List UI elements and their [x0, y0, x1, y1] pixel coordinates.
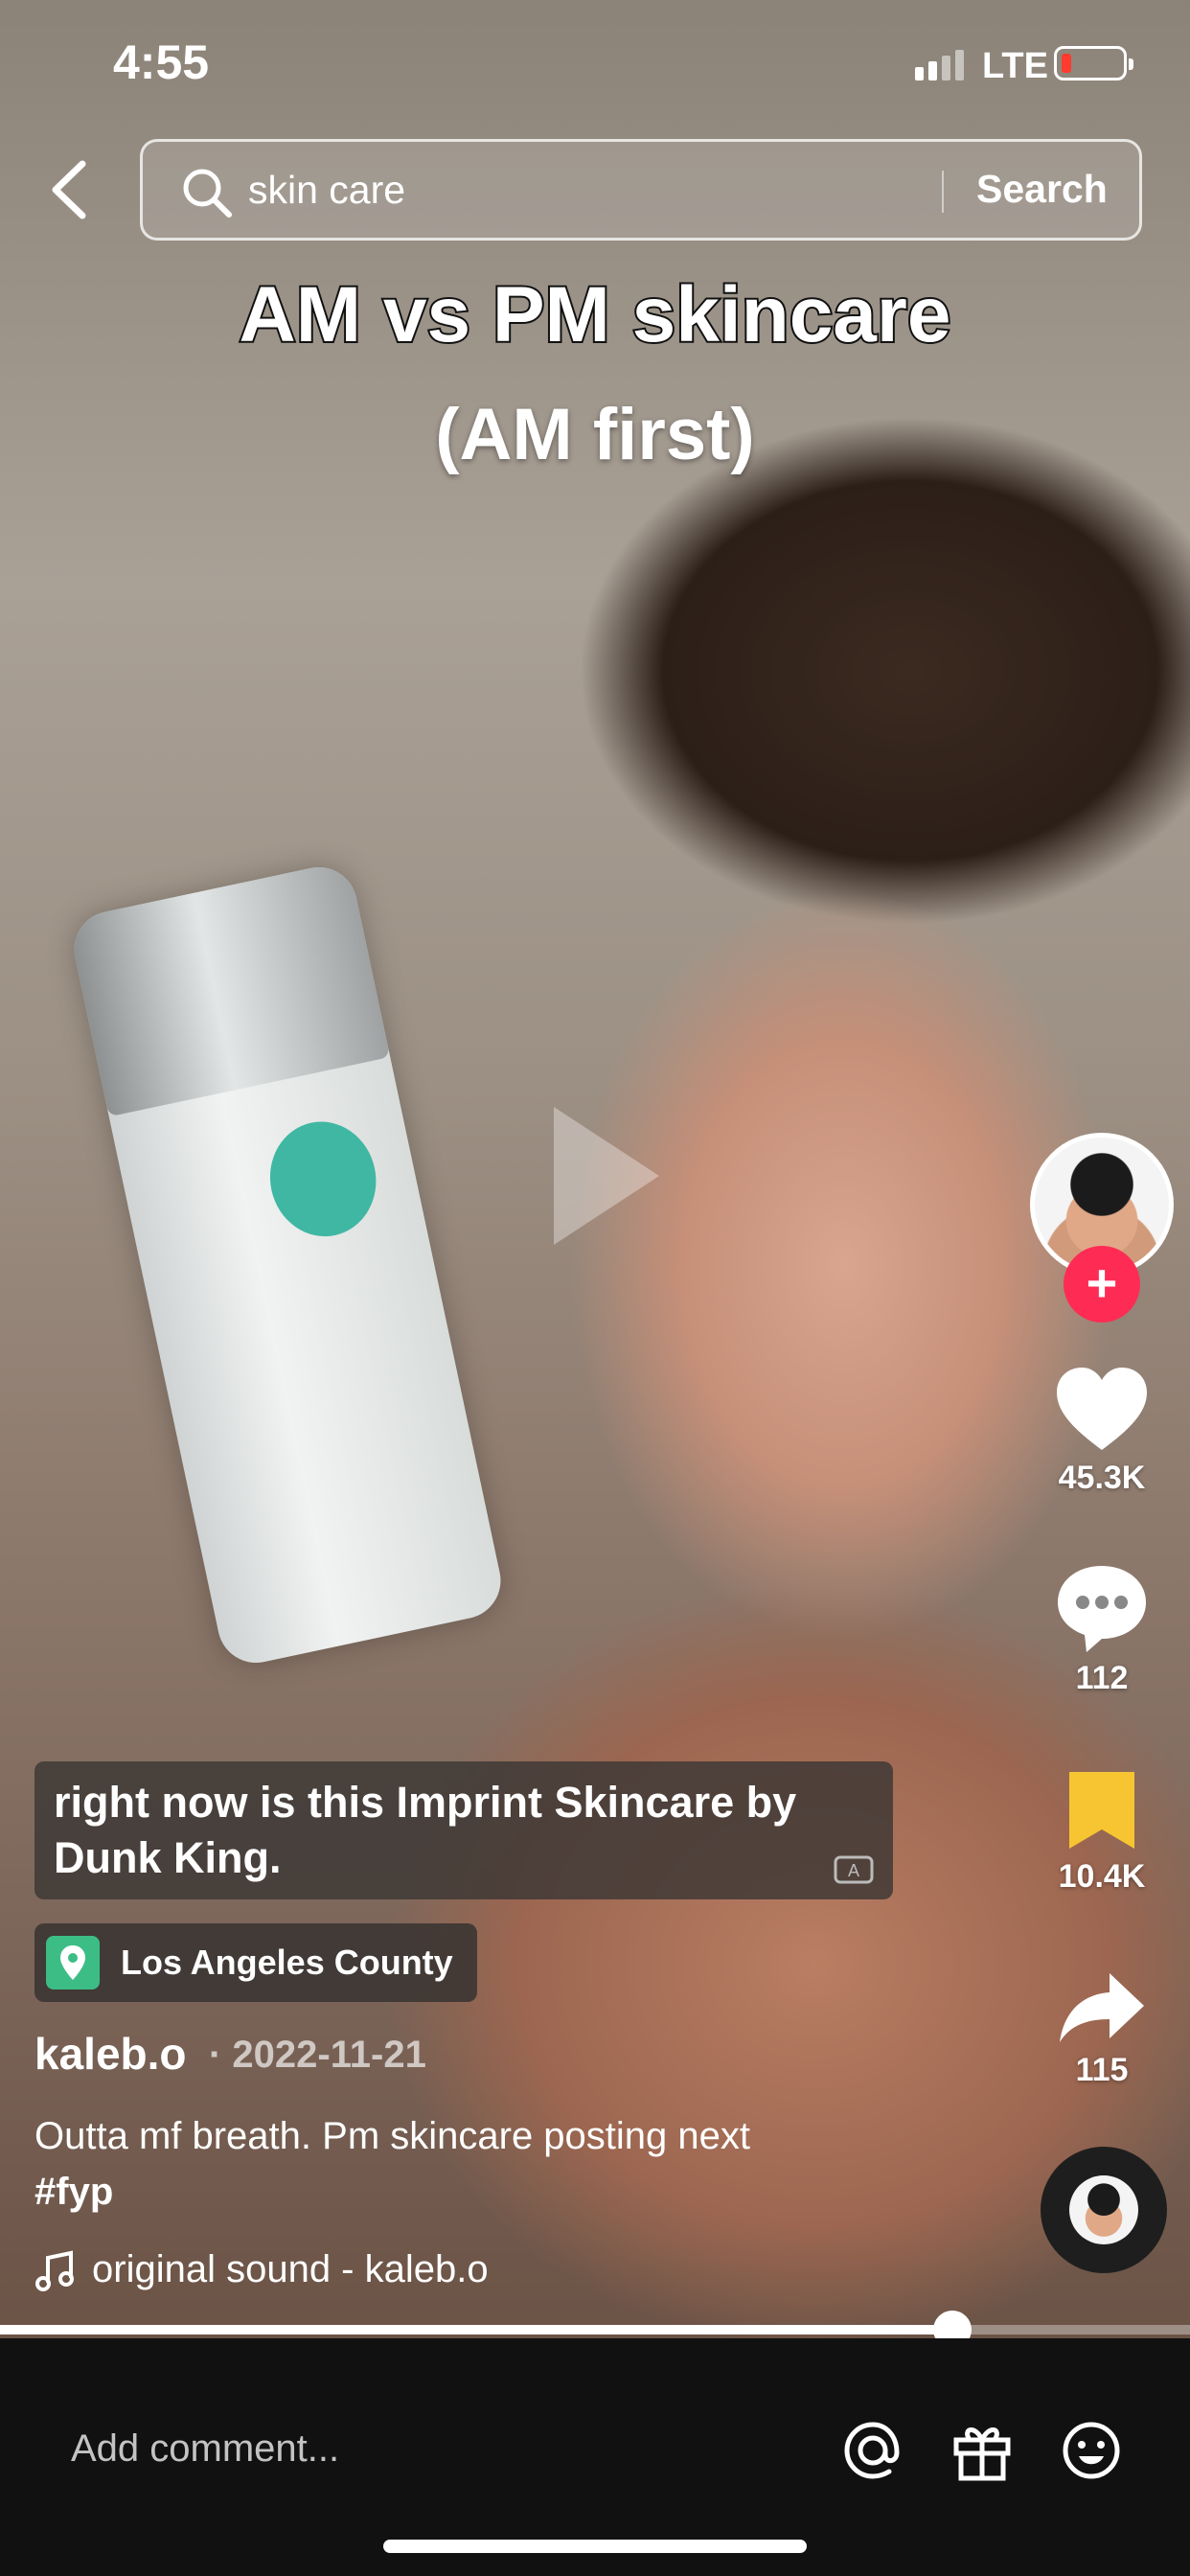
video-caption: right now is this Imprint Skincare by Du…: [34, 1761, 893, 1899]
save-button[interactable]: 10.4K: [1035, 1768, 1169, 1896]
creator-avatar[interactable]: +: [1030, 1133, 1174, 1322]
search-button[interactable]: Search: [976, 167, 1108, 212]
bookmark-icon[interactable]: [1064, 1768, 1140, 1852]
music-note-icon: [35, 2250, 74, 2291]
status-time: 4:55: [113, 35, 210, 89]
auto-caption-icon[interactable]: A: [834, 1855, 874, 1888]
location-name: Los Angeles County: [121, 1943, 453, 1982]
share-arrow-icon[interactable]: [1056, 1969, 1148, 2046]
video-description: Outta mf breath. Pm skincare posting nex…: [34, 2108, 993, 2220]
sound-name[interactable]: original sound - kaleb.o: [92, 2248, 489, 2291]
comment-count: 112: [1075, 1660, 1129, 1696]
username[interactable]: kaleb.o: [34, 2028, 187, 2080]
like-button[interactable]: 45.3K: [1035, 1366, 1169, 1497]
sound-disc-avatar: [1069, 2175, 1138, 2244]
search-divider: [942, 171, 944, 213]
progress-fill: [0, 2325, 952, 2334]
product-bottle-image: [67, 860, 508, 1670]
description-text: Outta mf breath. Pm skincare posting nex…: [34, 2115, 751, 2157]
caption-text: right now is this Imprint Skincare by Du…: [54, 1778, 797, 1882]
follow-button[interactable]: +: [1064, 1246, 1140, 1322]
status-bar: 4:55 LTE: [0, 0, 1190, 134]
back-arrow-icon[interactable]: [46, 158, 94, 221]
hashtag-link[interactable]: #fyp: [34, 2171, 113, 2213]
video-progress-bar[interactable]: [0, 2311, 1190, 2349]
battery-icon: [1054, 46, 1133, 80]
location-tag[interactable]: Los Angeles County: [34, 1923, 477, 2002]
mention-icon[interactable]: [841, 2419, 904, 2482]
comment-button[interactable]: 112: [1035, 1562, 1169, 1697]
play-icon[interactable]: [554, 1107, 659, 1245]
like-count: 45.3K: [1058, 1460, 1146, 1496]
comment-bubble-icon[interactable]: [1054, 1562, 1150, 1654]
comment-input[interactable]: [71, 2415, 799, 2482]
signal-strength-icon: [915, 50, 964, 80]
location-pin-icon: [46, 1936, 100, 1990]
video-overlay-subtitle: (AM first): [435, 394, 755, 475]
video-overlay-title: AM vs PM skincare: [238, 269, 953, 360]
network-type: LTE: [982, 46, 1048, 86]
search-input[interactable]: [248, 163, 1015, 217]
search-icon: [183, 169, 232, 218]
gift-icon[interactable]: [950, 2419, 1014, 2482]
share-button[interactable]: 115: [1035, 1969, 1169, 2089]
sound-disc[interactable]: [1041, 2147, 1167, 2273]
comment-bar: [0, 2338, 1190, 2576]
home-indicator: [383, 2540, 807, 2553]
share-count: 115: [1075, 2052, 1129, 2088]
search-bar[interactable]: Search: [140, 139, 1142, 241]
save-count: 10.4K: [1058, 1858, 1146, 1895]
heart-icon[interactable]: [1054, 1366, 1150, 1454]
svg-text:A: A: [848, 1861, 859, 1880]
post-date: · 2022-11-21: [209, 2034, 426, 2076]
emoji-icon[interactable]: [1060, 2419, 1123, 2482]
